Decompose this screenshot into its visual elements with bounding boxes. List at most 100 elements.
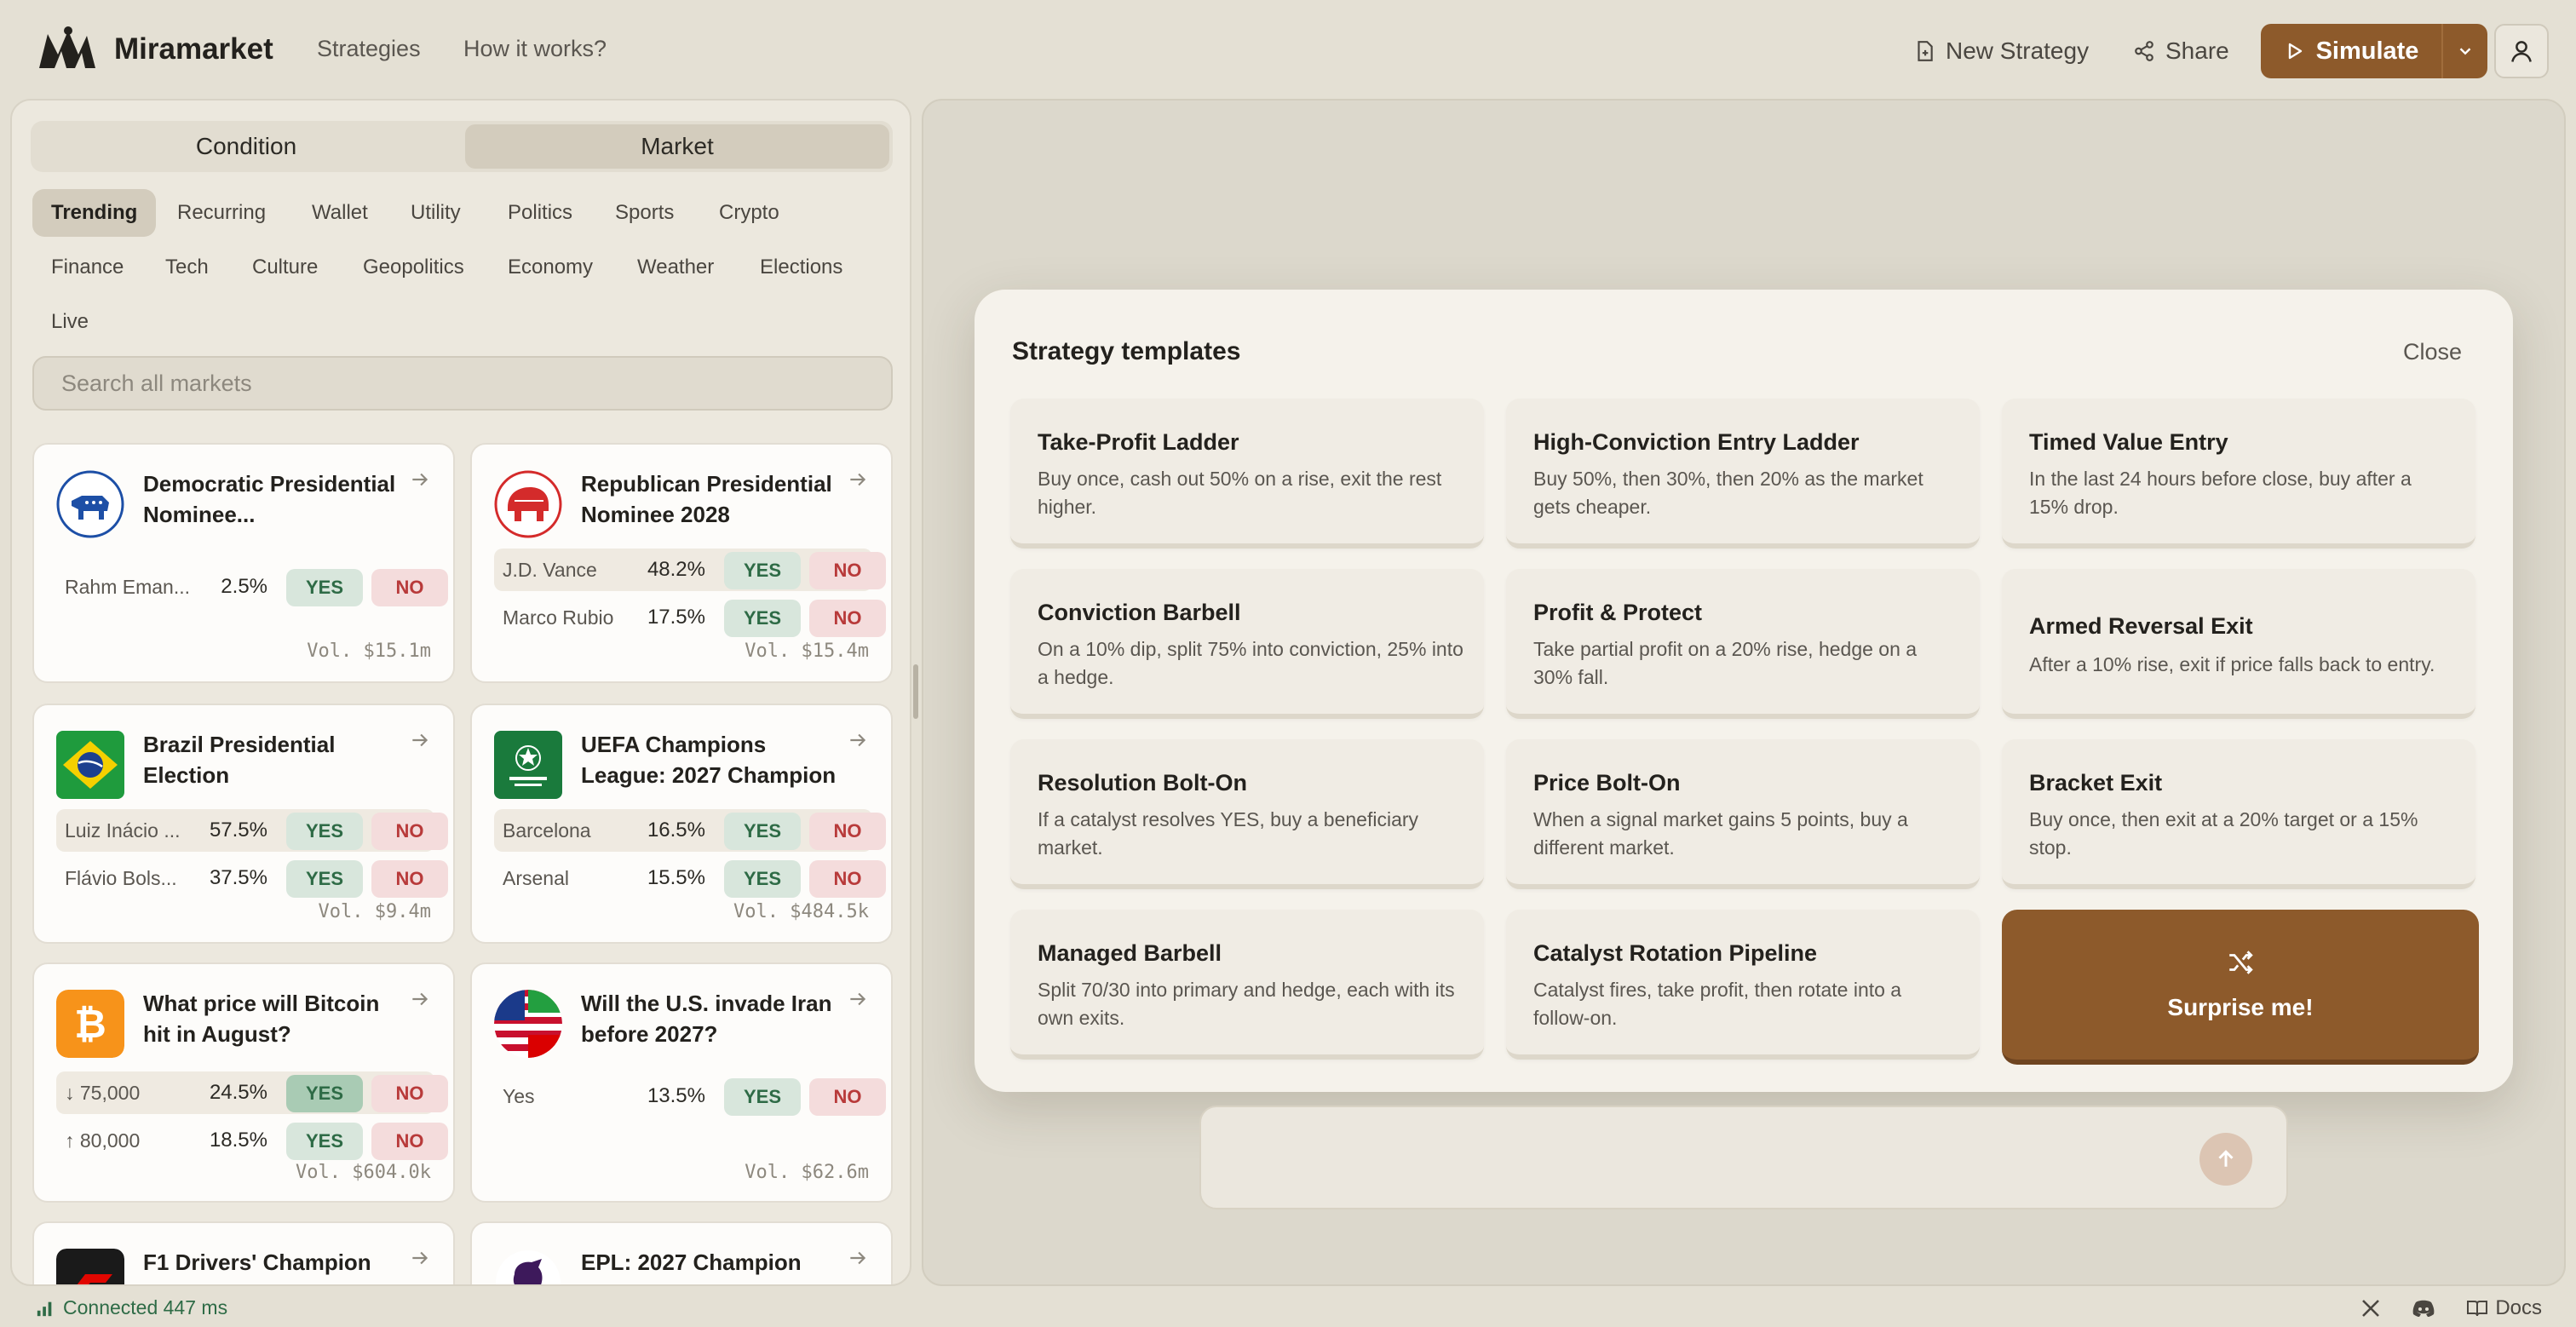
chip-recurring[interactable]: Recurring xyxy=(158,189,285,237)
modal-title: Strategy templates xyxy=(1012,337,1241,365)
market-search-input[interactable]: Search all markets xyxy=(32,356,893,411)
no-button[interactable]: NO xyxy=(371,813,448,850)
brand-logo[interactable]: Miramarket xyxy=(36,26,273,73)
arrow-right-icon[interactable] xyxy=(847,988,869,1010)
yes-button[interactable]: YES xyxy=(724,552,801,589)
strategy-templates-modal: Strategy templates Close Take-Profit Lad… xyxy=(975,290,2513,1092)
template-name: Conviction Barbell xyxy=(1038,600,1241,625)
close-button[interactable]: Close xyxy=(2403,339,2462,365)
arrow-right-icon[interactable] xyxy=(847,1247,869,1269)
yes-button[interactable]: YES xyxy=(724,1078,801,1116)
chip-elections[interactable]: Elections xyxy=(741,244,861,291)
market-card-brazil-election[interactable]: Brazil Presidential Election Luiz Inácio… xyxy=(32,704,455,944)
no-button[interactable]: NO xyxy=(809,860,886,898)
no-button[interactable]: NO xyxy=(809,552,886,589)
premier-league-icon xyxy=(496,1250,561,1284)
yes-button[interactable]: YES xyxy=(724,600,801,637)
share-button[interactable]: Share xyxy=(2133,29,2229,73)
arrow-right-icon[interactable] xyxy=(409,729,431,751)
no-button[interactable]: NO xyxy=(809,813,886,850)
market-card-democratic-nominee[interactable]: Democratic Presidential Nominee... Rahm … xyxy=(32,443,455,683)
market-card-f1-champion[interactable]: F1 Drivers' Champion xyxy=(32,1221,455,1284)
arrow-right-icon[interactable] xyxy=(409,1247,431,1269)
outcome-label: Luiz Inácio ... xyxy=(65,819,181,842)
template-profit-protect[interactable]: Profit & Protect Take partial profit on … xyxy=(1506,569,1980,719)
outcome-label: J.D. Vance xyxy=(503,559,597,581)
template-resolution-bolt-on[interactable]: Resolution Bolt-On If a catalyst resolve… xyxy=(1010,739,1484,889)
yes-button[interactable]: YES xyxy=(286,813,363,850)
market-card-epl-champion[interactable]: EPL: 2027 Champion xyxy=(470,1221,893,1284)
chip-culture[interactable]: Culture xyxy=(233,244,336,291)
no-button[interactable]: NO xyxy=(371,569,448,606)
template-description: Split 70/30 into primary and hedge, each… xyxy=(1038,979,1455,1029)
arrow-right-icon[interactable] xyxy=(409,468,431,491)
template-description: On a 10% dip, split 75% into conviction,… xyxy=(1038,638,1463,688)
outcome-percent: 48.2% xyxy=(647,558,705,581)
brazil-flag-icon xyxy=(56,731,124,799)
template-take-profit-ladder[interactable]: Take-Profit Ladder Buy once, cash out 50… xyxy=(1010,399,1484,549)
chip-crypto[interactable]: Crypto xyxy=(700,189,798,237)
yes-button[interactable]: YES xyxy=(286,1123,363,1160)
arrow-right-icon[interactable] xyxy=(847,729,869,751)
arrow-right-icon[interactable] xyxy=(847,468,869,491)
user-icon xyxy=(2511,41,2532,62)
yes-button[interactable]: YES xyxy=(724,813,801,850)
chip-weather[interactable]: Weather xyxy=(618,244,733,291)
yes-button[interactable]: YES xyxy=(286,569,363,606)
x-twitter-icon[interactable] xyxy=(2360,1298,2381,1318)
nav-how-it-works[interactable]: How it works? xyxy=(463,36,607,62)
no-button[interactable]: NO xyxy=(371,860,448,898)
simulate-dropdown-button[interactable] xyxy=(2441,24,2487,78)
no-button[interactable]: NO xyxy=(371,1075,448,1112)
docs-link[interactable]: Docs xyxy=(2466,1296,2542,1320)
chip-trending[interactable]: Trending xyxy=(32,189,157,237)
no-button[interactable]: NO xyxy=(809,600,886,637)
template-price-bolt-on[interactable]: Price Bolt-On When a signal market gains… xyxy=(1506,739,1980,889)
no-button[interactable]: NO xyxy=(809,1078,886,1116)
nav-strategies[interactable]: Strategies xyxy=(317,36,421,62)
market-volume: Vol. $9.4m xyxy=(318,901,431,922)
new-strategy-button[interactable]: New Strategy xyxy=(1913,29,2089,73)
chip-geopolitics[interactable]: Geopolitics xyxy=(344,244,483,291)
template-name: Price Bolt-On xyxy=(1533,770,1681,796)
surprise-me-button[interactable]: Surprise me! xyxy=(2002,910,2479,1065)
discord-icon[interactable] xyxy=(2412,1298,2435,1318)
market-card-champions-league[interactable]: UEFA Champions League: 2027 Champion Bar… xyxy=(470,704,893,944)
panel-resize-handle[interactable] xyxy=(913,664,918,719)
template-conviction-barbell[interactable]: Conviction Barbell On a 10% dip, split 7… xyxy=(1010,569,1484,719)
template-bracket-exit[interactable]: Bracket Exit Buy once, then exit at a 20… xyxy=(2002,739,2475,889)
tab-market[interactable]: Market xyxy=(465,124,889,169)
send-button[interactable] xyxy=(2199,1133,2252,1186)
chip-economy[interactable]: Economy xyxy=(489,244,612,291)
chip-politics[interactable]: Politics xyxy=(489,189,591,237)
no-button[interactable]: NO xyxy=(371,1123,448,1160)
template-name: Timed Value Entry xyxy=(2029,429,2228,455)
template-armed-reversal-exit[interactable]: Armed Reversal Exit After a 10% rise, ex… xyxy=(2002,569,2475,719)
prompt-input[interactable] xyxy=(1199,1106,2288,1209)
svg-text:₿: ₿ xyxy=(74,1001,106,1047)
yes-button[interactable]: YES xyxy=(724,860,801,898)
outcome-row: Rahm Eman... 2.5% YES NO xyxy=(56,566,448,608)
template-high-conviction-entry-ladder[interactable]: High-Conviction Entry Ladder Buy 50%, th… xyxy=(1506,399,1980,549)
arrow-right-icon[interactable] xyxy=(409,988,431,1010)
tab-condition[interactable]: Condition xyxy=(34,124,458,169)
template-timed-value-entry[interactable]: Timed Value Entry In the last 24 hours b… xyxy=(2002,399,2475,549)
template-catalyst-rotation-pipeline[interactable]: Catalyst Rotation Pipeline Catalyst fire… xyxy=(1506,910,1980,1060)
chip-wallet[interactable]: Wallet xyxy=(293,189,387,237)
simulate-button[interactable]: Simulate xyxy=(2261,24,2441,78)
chevron-down-icon xyxy=(2459,48,2471,55)
yes-button[interactable]: YES xyxy=(286,860,363,898)
market-card-republican-nominee[interactable]: Republican Presidential Nominee 2028 J.D… xyxy=(470,443,893,683)
outcome-percent: 24.5% xyxy=(209,1081,267,1104)
user-account-button[interactable] xyxy=(2494,24,2549,78)
chip-tech[interactable]: Tech xyxy=(147,244,227,291)
chip-utility[interactable]: Utility xyxy=(392,189,480,237)
chip-finance[interactable]: Finance xyxy=(32,244,142,291)
market-card-us-iran[interactable]: Will the U.S. invade Iran before 2027? Y… xyxy=(470,962,893,1203)
yes-button[interactable]: YES xyxy=(286,1075,363,1112)
template-managed-barbell[interactable]: Managed Barbell Split 70/30 into primary… xyxy=(1010,910,1484,1060)
chip-live[interactable]: Live xyxy=(32,298,107,346)
template-description: Buy once, then exit at a 20% target or a… xyxy=(2029,808,2418,859)
chip-sports[interactable]: Sports xyxy=(596,189,693,237)
market-card-bitcoin-price[interactable]: ₿ What price will Bitcoin hit in August?… xyxy=(32,962,455,1203)
